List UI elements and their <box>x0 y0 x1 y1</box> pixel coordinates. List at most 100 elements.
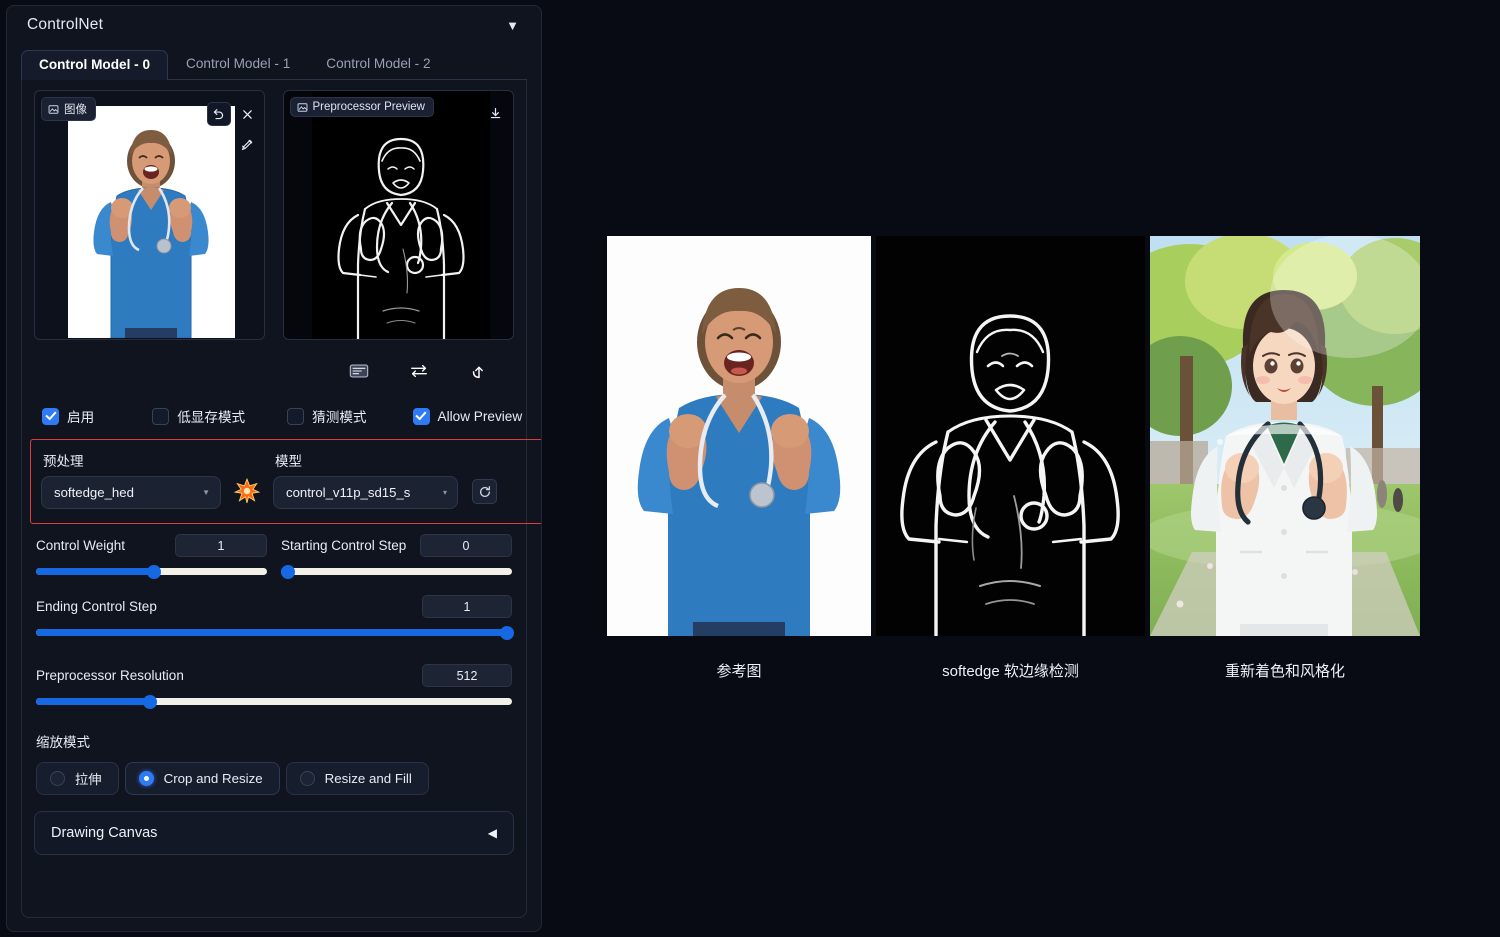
triangle-left-icon[interactable]: ◀ <box>488 826 497 840</box>
model-label: 模型 <box>273 450 458 470</box>
slider-preprocessor-resolution-handle[interactable] <box>143 695 157 709</box>
preprocessor-value: softedge_hed <box>54 485 134 500</box>
gallery-caption-softedge: softedge 软边缘检测 <box>942 660 1079 681</box>
download-icon[interactable] <box>483 101 507 125</box>
radio-resize-and-fill-label: Resize and Fill <box>325 771 412 786</box>
slider-control-weight-value[interactable]: 1 <box>175 534 267 557</box>
drawing-canvas-title: Drawing Canvas <box>51 825 157 841</box>
gallery-cell-softedge: softedge 软边缘检测 <box>876 236 1145 681</box>
preprocessor-preview-box[interactable]: Preprocessor Preview <box>283 90 515 340</box>
image-icon <box>48 104 59 115</box>
slider-control-weight-handle[interactable] <box>147 565 161 579</box>
checkbox-allow-preview-box[interactable] <box>413 408 430 425</box>
resize-mode-group: 拉伸 Crop and Resize Resize and Fill <box>34 762 514 795</box>
preprocessor-preview-tag-label: Preprocessor Preview <box>313 101 425 113</box>
checkbox-guess-mode[interactable]: 猜测模式 <box>287 406 366 426</box>
input-image-tag: 图像 <box>41 97 96 121</box>
radio-crop-and-resize-dot[interactable] <box>139 771 154 786</box>
checkbox-guess-mode-label: 猜测模式 <box>312 406 366 426</box>
model-select[interactable]: control_v11p_sd15_s ▾ <box>273 476 458 509</box>
chevron-down-icon: ▼ <box>202 488 210 497</box>
webcam-icon[interactable] <box>346 360 372 382</box>
image-icon <box>297 102 308 113</box>
slider-ending-control-step-track[interactable] <box>36 629 512 636</box>
tab-control-model-1[interactable]: Control Model - 1 <box>168 49 308 79</box>
controlnet-panel: ControlNet ▼ Control Model - 0 Control M… <box>6 5 542 932</box>
tab-bar: Control Model - 0 Control Model - 1 Cont… <box>21 48 527 80</box>
gallery-caption-stylized: 重新着色和风格化 <box>1225 660 1345 681</box>
radio-just-resize[interactable]: 拉伸 <box>36 762 119 795</box>
slider-ending-control-step: Ending Control Step 1 <box>36 595 512 636</box>
panel-header: ControlNet ▼ <box>7 6 541 44</box>
checkbox-lowvram-box[interactable] <box>152 408 169 425</box>
slider-preprocessor-resolution-track[interactable] <box>36 698 512 705</box>
input-image-thumbnail <box>68 106 235 338</box>
explosion-icon[interactable] <box>234 478 260 504</box>
chevron-down-icon: ▾ <box>443 488 447 497</box>
gallery-image-stylized[interactable] <box>1150 236 1420 636</box>
image-row: 图像 <box>34 90 514 340</box>
result-gallery: 参考图 <box>607 236 1420 681</box>
radio-resize-and-fill-dot[interactable] <box>300 771 315 786</box>
page-title: ControlNet <box>27 16 103 34</box>
checkbox-lowvram[interactable]: 低显存模式 <box>152 406 245 426</box>
preprocessor-preview-tag: Preprocessor Preview <box>290 97 434 117</box>
slider-starting-control-step-value[interactable]: 0 <box>420 534 512 557</box>
checkbox-enable-label: 启用 <box>67 406 94 426</box>
undo-icon[interactable] <box>207 102 231 126</box>
slider-control-weight-track[interactable] <box>36 568 267 575</box>
slider-preprocessor-resolution-label: Preprocessor Resolution <box>36 668 184 683</box>
slider-starting-control-step-handle[interactable] <box>281 565 295 579</box>
radio-crop-and-resize[interactable]: Crop and Resize <box>125 762 280 795</box>
slider-control-weight-label: Control Weight <box>36 538 125 553</box>
radio-just-resize-label: 拉伸 <box>75 769 102 788</box>
checkbox-guess-mode-box[interactable] <box>287 408 304 425</box>
gallery-image-softedge[interactable] <box>876 236 1145 636</box>
slider-preprocessor-resolution-value[interactable]: 512 <box>422 664 512 687</box>
slider-pair-row: Control Weight 1 Starting Control Step 0 <box>36 534 512 575</box>
checkbox-allow-preview-label: Allow Preview <box>438 409 523 424</box>
edit-icon[interactable] <box>236 132 260 156</box>
tab-panel-content: 图像 <box>21 80 527 918</box>
slider-preprocessor-resolution: Preprocessor Resolution 512 <box>36 664 512 705</box>
image-tools-row <box>34 360 514 382</box>
preprocessor-model-highlight: 预处理 softedge_hed ▼ 模型 control_v11p_sd15_… <box>30 439 542 524</box>
preprocessor-preview-thumbnail <box>312 91 490 340</box>
radio-just-resize-dot[interactable] <box>50 771 65 786</box>
gallery-cell-reference: 参考图 <box>607 236 871 681</box>
preprocessor-select[interactable]: softedge_hed ▼ <box>41 476 221 509</box>
triangle-down-icon[interactable]: ▼ <box>502 17 523 34</box>
gallery-caption-reference: 参考图 <box>716 660 761 681</box>
gallery-cell-stylized: 重新着色和风格化 <box>1150 236 1420 681</box>
swap-arrows-icon[interactable] <box>406 360 432 382</box>
slider-starting-control-step-label: Starting Control Step <box>281 538 406 553</box>
checkbox-lowvram-label: 低显存模式 <box>177 406 245 426</box>
model-value: control_v11p_sd15_s <box>286 485 410 500</box>
preprocessor-field: 预处理 softedge_hed ▼ <box>41 450 221 509</box>
slider-ending-control-step-handle[interactable] <box>500 626 514 640</box>
sliders-section: Control Weight 1 Starting Control Step 0 <box>34 534 514 705</box>
resize-mode-label: 缩放模式 <box>34 731 514 751</box>
input-image-dropzone[interactable]: 图像 <box>34 90 265 340</box>
refresh-icon[interactable] <box>472 479 497 504</box>
close-icon[interactable] <box>236 102 260 126</box>
drawing-canvas-accordion[interactable]: Drawing Canvas ◀ <box>34 811 514 855</box>
model-field: 模型 control_v11p_sd15_s ▾ <box>273 450 458 509</box>
radio-crop-and-resize-label: Crop and Resize <box>164 771 263 786</box>
slider-ending-control-step-label: Ending Control Step <box>36 599 157 614</box>
checkbox-enable[interactable]: 启用 <box>42 406 94 426</box>
slider-ending-control-step-value[interactable]: 1 <box>422 595 512 618</box>
tab-control-model-2[interactable]: Control Model - 2 <box>308 49 448 79</box>
slider-starting-control-step-track[interactable] <box>281 568 512 575</box>
upload-arrow-icon[interactable] <box>466 360 492 382</box>
radio-resize-and-fill[interactable]: Resize and Fill <box>286 762 429 795</box>
options-checkbox-row: 启用 低显存模式 猜测模式 Allow Preview <box>34 406 514 426</box>
preprocessor-label: 预处理 <box>41 450 221 470</box>
checkbox-allow-preview[interactable]: Allow Preview <box>413 408 523 425</box>
gallery-image-reference[interactable] <box>607 236 871 636</box>
slider-starting-control-step: Starting Control Step 0 <box>281 534 512 575</box>
input-image-tag-label: 图像 <box>64 101 87 117</box>
tab-control-model-0[interactable]: Control Model - 0 <box>21 50 168 80</box>
checkbox-enable-box[interactable] <box>42 408 59 425</box>
slider-control-weight: Control Weight 1 <box>36 534 267 575</box>
